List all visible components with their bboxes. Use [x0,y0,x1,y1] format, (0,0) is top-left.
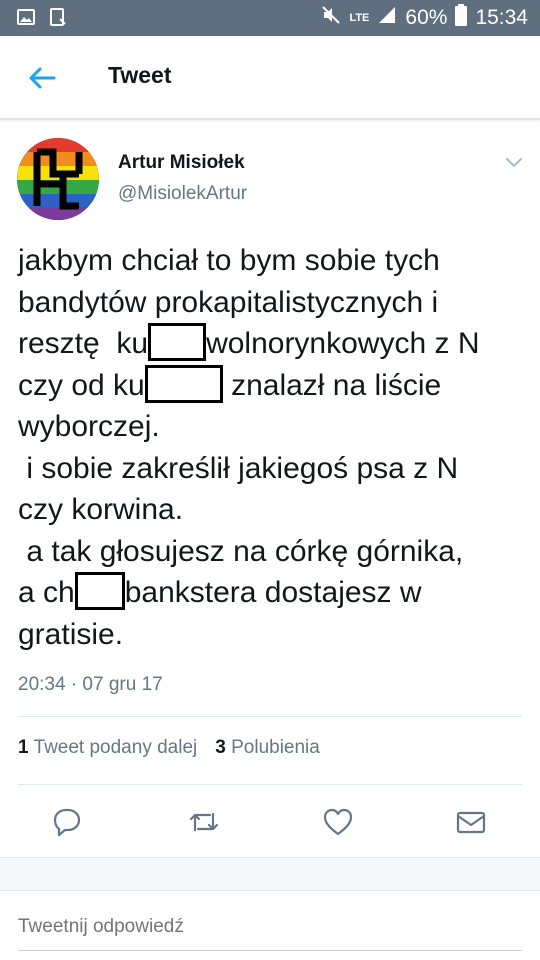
heart-icon [323,808,353,836]
reply-input[interactable] [18,905,522,949]
status-left-icons [16,7,68,27]
tweet-line: wyborczej. [18,410,160,443]
arrow-left-icon [29,67,56,89]
likes-label: Polubienia [231,737,320,758]
chevron-down-icon [506,158,522,168]
network-type: LTE [349,12,370,24]
likes-count: 3 [215,737,226,758]
retweets-label: Tweet podany dalej [33,737,198,758]
tweet-line: gratisie. [18,617,124,651]
tweet-line: czy od ku znalazł na liście [18,364,528,407]
action-bar [0,800,540,844]
tweet-options-button[interactable] [502,150,526,174]
app-header: Tweet [0,36,540,120]
tweet-timestamp: 20:34 · 07 gru 17 [18,674,163,695]
retweets-count: 1 [18,737,29,758]
avatar[interactable] [17,138,99,220]
tweet-line: bandytów prokapitalistycznych i [18,285,439,319]
like-button[interactable] [320,804,356,840]
retweet-button[interactable] [186,804,222,840]
section-separator [0,857,540,891]
envelope-icon [456,811,486,834]
reply-button[interactable] [49,804,85,840]
tweet-stats: 1 Tweet podany dalej 3 Polubienia [18,737,338,759]
battery-icon [455,4,468,32]
retweet-icon [189,812,219,832]
tweet-line: a ch bankstera dostajesz w [18,572,528,614]
message-button[interactable] [453,804,489,840]
redaction-box [148,323,207,362]
author-handle[interactable]: @MisiolekArtur [118,183,247,205]
signal-icon [377,5,397,31]
retweets-stat[interactable]: 1 Tweet podany dalej [18,737,197,759]
tweet-line: resztę ku wolnorynkowych z N [18,323,528,365]
divider [18,784,522,785]
gallery-notification-icon [16,7,36,27]
clock: 15:34 [475,6,528,29]
tweet-line: jakbym chciał to bym sobie tych [18,244,440,277]
tweet-line: czy korwina. [18,493,184,526]
page-title: Tweet [108,62,172,88]
status-right: LTE 60% 15:34 [321,0,528,36]
tweet-line: i sobie zakreślił jakiegoś psa z N [18,451,459,485]
status-bar: LTE 60% 15:34 [0,0,540,36]
author-name[interactable]: Artur Misiołek [118,152,245,174]
battery-percent: 60% [405,6,448,29]
reply-icon [53,808,81,837]
reply-input-underline [18,950,522,951]
download-notification-icon [48,7,68,27]
divider [18,716,522,717]
redaction-box [144,364,223,403]
redaction-box [74,572,125,611]
tweet-text: jakbym chciał to bym sobie tych bandytów… [18,240,528,655]
back-button[interactable] [26,62,58,94]
mute-icon [321,5,341,31]
tweet-line: a tak głosujesz na córkę górnika, [18,534,464,568]
likes-stat[interactable]: 3 Polubienia [215,737,320,759]
